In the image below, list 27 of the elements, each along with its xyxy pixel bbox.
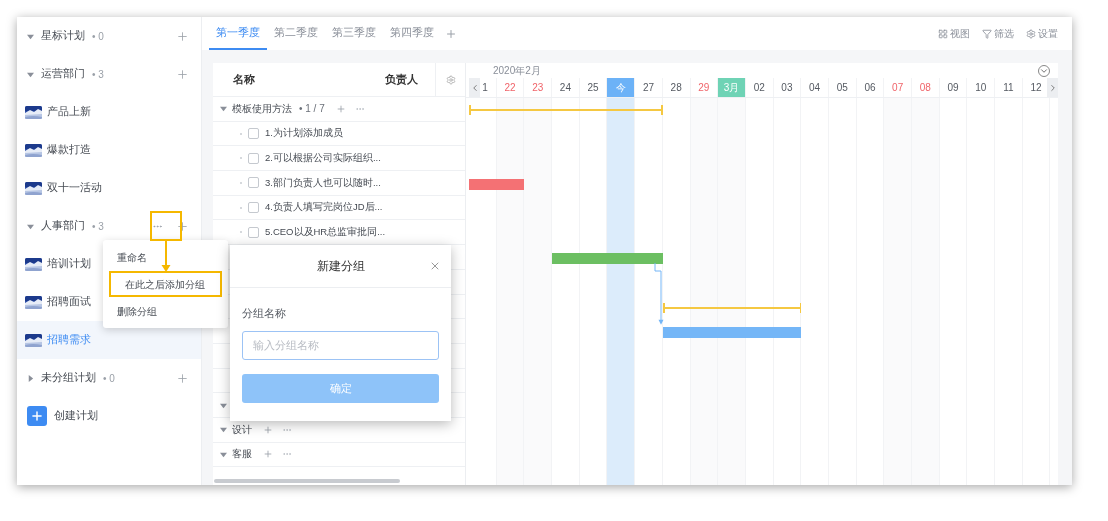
group-count: • 3 bbox=[92, 219, 104, 234]
dialog-title: 新建分组 bbox=[316, 258, 365, 275]
date-cell: 03 bbox=[773, 78, 802, 97]
column-header: 名称 bbox=[232, 71, 256, 87]
group-count: • 0 bbox=[92, 29, 104, 44]
date-cell: 10 bbox=[967, 78, 996, 97]
date-cell: 11 bbox=[995, 78, 1023, 97]
date-cell: 28 bbox=[662, 78, 691, 97]
date-cell: 22 bbox=[496, 78, 525, 97]
date-cell: 06 bbox=[856, 78, 885, 97]
date-cell: 07 bbox=[884, 78, 912, 97]
date-cell: 24 bbox=[552, 78, 580, 97]
group-count: • 0 bbox=[103, 371, 115, 386]
date-cell: 04 bbox=[801, 78, 829, 97]
date-cell: 09 bbox=[939, 78, 968, 97]
date-cell: 05 bbox=[828, 78, 857, 97]
date-cell: 08 bbox=[912, 78, 940, 97]
date-cell: 27 bbox=[635, 78, 663, 97]
date-cell: 今 bbox=[607, 78, 636, 97]
month-label: 2020年2月 bbox=[493, 65, 541, 76]
column-header: 负责人 bbox=[385, 71, 420, 87]
field-label: 分组名称 bbox=[242, 306, 287, 321]
date-cell: 23 bbox=[524, 78, 553, 97]
date-cell: 02 bbox=[745, 78, 774, 97]
date-cell: 3月 bbox=[718, 78, 746, 97]
task-count: • 1 / 7 bbox=[299, 102, 325, 117]
group-count: • 3 bbox=[92, 67, 104, 82]
